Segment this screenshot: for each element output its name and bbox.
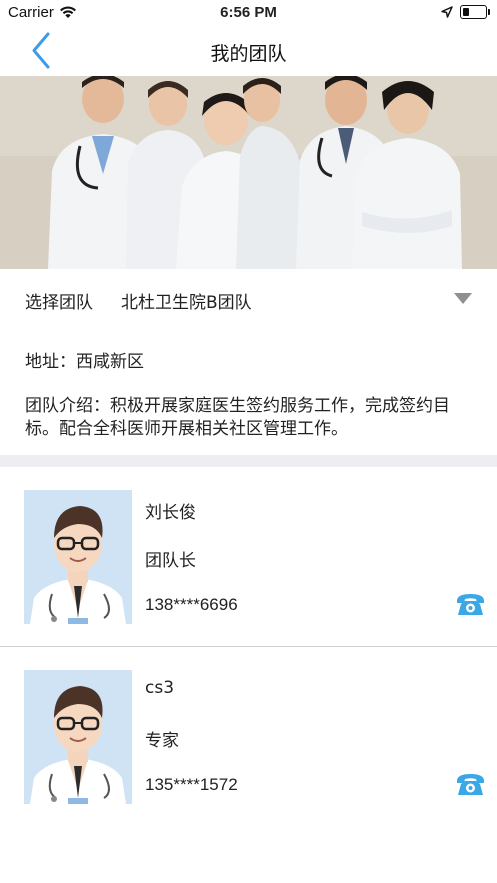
member-phone: 138****6696 — [145, 595, 238, 614]
phone-icon — [457, 774, 484, 795]
member-role: 专家 — [145, 731, 179, 751]
section-separator — [0, 455, 497, 467]
triangle-down-icon[interactable] — [454, 293, 472, 304]
status-bar: Carrier 6:56 PM — [0, 0, 497, 26]
member-phone: 135****1572 — [145, 775, 238, 794]
status-time: 6:56 PM — [220, 4, 277, 21]
team-selector[interactable]: 选择团队 北杜卫生院B团队 — [0, 269, 497, 327]
team-select-label: 选择团队 — [25, 293, 93, 313]
navigation-bar: 我的团队 — [0, 26, 497, 76]
address-label: 地址： — [25, 352, 76, 372]
member-name: 刘长俊 — [145, 503, 196, 523]
page-title: 我的团队 — [210, 43, 287, 65]
doctor-avatar — [24, 670, 132, 804]
member-role: 团队长 — [145, 551, 196, 571]
doctor-avatar-icon — [24, 670, 132, 804]
call-button[interactable] — [455, 591, 486, 617]
intro-label: 团队介绍： — [25, 396, 110, 416]
battery-tip — [488, 9, 490, 15]
member-card[interactable]: 刘长俊 团队长 138****6696 — [0, 467, 497, 647]
team-address: 地址：西咸新区 — [25, 347, 144, 372]
member-name: cs3 — [145, 678, 175, 698]
doctor-avatar — [24, 490, 132, 624]
doctor-team-photo — [0, 76, 497, 269]
team-intro: 团队介绍：积极开展家庭医生签约服务工作，完成签约目标。配合全科医师开展相关社区管… — [25, 395, 477, 441]
call-button[interactable] — [455, 771, 486, 797]
team-photo-banner — [0, 76, 497, 269]
battery-icon — [460, 5, 487, 19]
selected-team-name: 北杜卫生院B团队 — [121, 293, 252, 313]
member-card[interactable]: cs3 专家 135****1572 — [0, 647, 497, 827]
address-value: 西咸新区 — [76, 352, 144, 372]
doctor-avatar-icon — [24, 490, 132, 624]
phone-icon — [457, 594, 484, 615]
location-arrow-icon — [441, 6, 453, 18]
